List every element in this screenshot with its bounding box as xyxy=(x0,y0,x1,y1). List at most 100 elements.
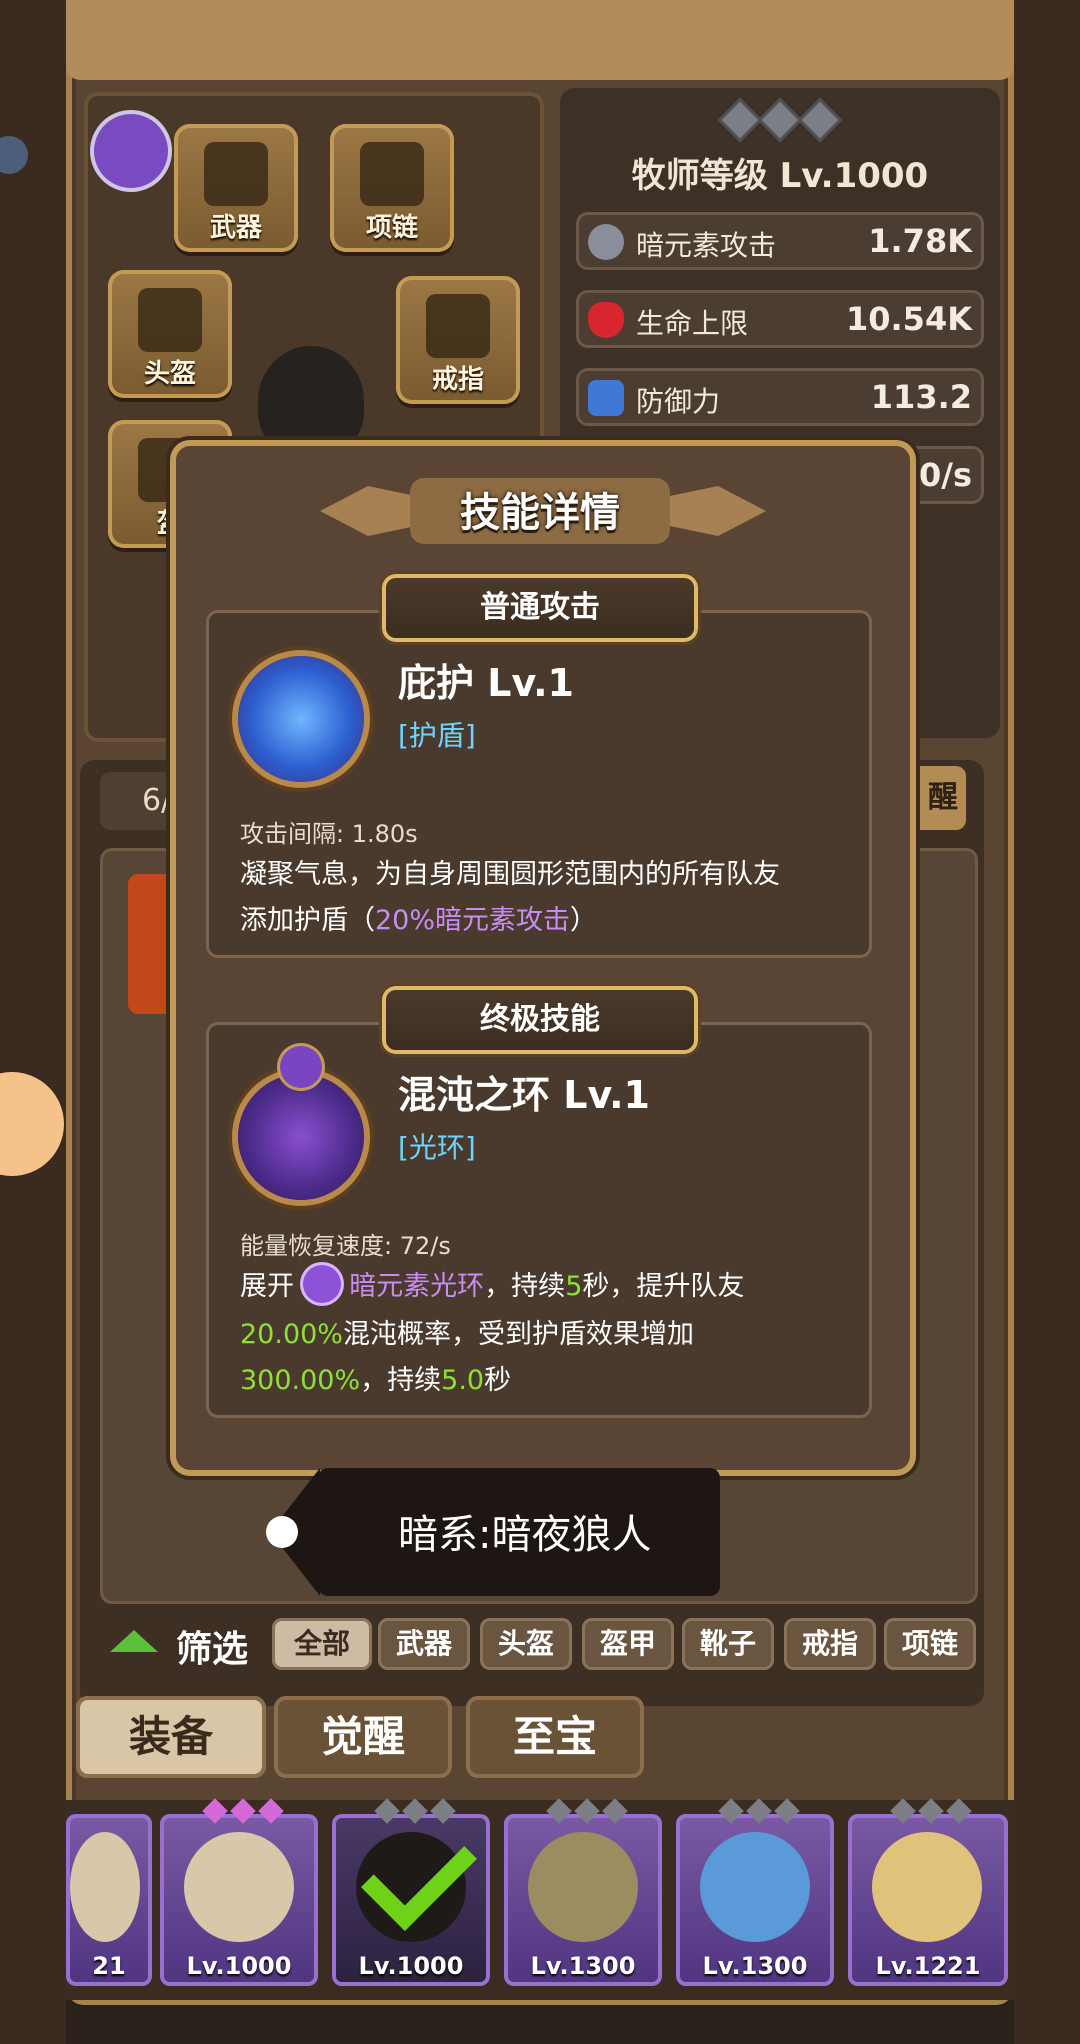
hero-level: Lv.1000 xyxy=(186,1952,292,1980)
tab-equipment[interactable]: 装备 xyxy=(76,1696,266,1778)
hero-card[interactable]: Lv.1300 xyxy=(676,1798,834,1986)
necklace-icon xyxy=(360,142,424,206)
normal-skill-desc-line2: 添加护盾（20%暗元素攻击） xyxy=(240,898,597,944)
hero-rank-diamonds xyxy=(886,1798,976,1824)
hero-rank-diamonds xyxy=(714,1798,804,1824)
hero-avatar xyxy=(528,1832,638,1942)
slot-weapon[interactable]: 武器 xyxy=(174,124,298,252)
normal-skill-type: [护盾] xyxy=(398,719,476,752)
slot-helmet[interactable]: 头盔 xyxy=(108,270,232,398)
hero-level: Lv.1300 xyxy=(530,1952,636,1980)
hero-rank-diamonds xyxy=(370,1798,460,1824)
stat-label: 暗元素攻击 xyxy=(636,229,777,262)
shield-skill-icon xyxy=(238,656,364,782)
stat-row-dark-attack: 暗元素攻击 1.78K xyxy=(576,212,984,270)
aura-icon xyxy=(302,1265,341,1303)
desc-highlight: 20%暗元素攻击 xyxy=(375,905,571,936)
filter-chip-helmet[interactable]: 头盔 xyxy=(480,1618,572,1670)
chevron-up-icon[interactable] xyxy=(110,1630,158,1652)
slot-ring[interactable]: 戒指 xyxy=(396,276,520,404)
rank-diamond xyxy=(374,1798,400,1824)
slot-necklace[interactable]: 项链 xyxy=(330,124,454,252)
rank-diamond xyxy=(574,1798,600,1824)
rank-diamond xyxy=(946,1798,972,1824)
stat-value: 10.54K xyxy=(845,300,972,338)
ultimate-skill-name: 混沌之环 Lv.1 xyxy=(398,1073,650,1117)
rank-diamond xyxy=(202,1798,228,1824)
hero-card[interactable]: Lv.1000 xyxy=(160,1798,318,1986)
hero-level: Lv.1221 xyxy=(875,1952,981,1980)
desc-text: 秒，提升队友 xyxy=(582,1271,745,1302)
rank-diamond xyxy=(402,1798,428,1824)
ultimate-skill-type: [光环] xyxy=(398,1131,476,1164)
desc-text: ，持续 xyxy=(360,1365,442,1396)
stat-label: 防御力 xyxy=(636,385,721,418)
target-icon xyxy=(280,1046,322,1088)
hero-card[interactable]: Lv.1221 xyxy=(848,1798,1008,1986)
sword-icon xyxy=(204,142,268,206)
attack-interval: 攻击间隔: 1.80s xyxy=(240,820,418,848)
rank-diamond xyxy=(546,1798,572,1824)
rank-diamond xyxy=(746,1798,772,1824)
rank-diamond xyxy=(717,97,763,143)
rank-diamond xyxy=(757,97,803,143)
normal-skill-desc-line1: 凝聚气息，为自身周围圆形范围内的所有队友 xyxy=(240,859,780,890)
rank-diamond xyxy=(602,1798,628,1824)
desc-number: 5 xyxy=(565,1271,583,1302)
hero-level: Lv.1000 xyxy=(358,1952,464,1980)
desc-text: 添加护盾（ xyxy=(240,905,375,936)
touch-indicator xyxy=(266,1516,298,1548)
equipment-item-card[interactable] xyxy=(128,874,180,1014)
filter-chip-boots[interactable]: 靴子 xyxy=(682,1618,774,1670)
hero-card-selected[interactable]: Lv.1000 xyxy=(332,1798,490,1986)
class-level-title: 牧师等级 Lv.1000 xyxy=(631,156,929,196)
dark-attack-icon xyxy=(588,224,624,260)
desc-number: 20.00% xyxy=(240,1319,343,1350)
rank-diamond xyxy=(918,1798,944,1824)
rank-diamond xyxy=(230,1798,256,1824)
hero-avatar xyxy=(872,1832,982,1942)
filter-chip-weapon[interactable]: 武器 xyxy=(378,1618,470,1670)
rank-diamond xyxy=(797,97,843,143)
desc-text: 混沌概率，受到护盾效果增加 xyxy=(342,1319,694,1350)
tab-awaken[interactable]: 觉醒 xyxy=(274,1696,452,1778)
helmet-icon xyxy=(138,288,202,352)
left-background xyxy=(0,0,66,2044)
filter-chip-all[interactable]: 全部 xyxy=(272,1618,372,1670)
dark-element-icon xyxy=(94,114,168,188)
tab-treasure[interactable]: 至宝 xyxy=(466,1696,644,1778)
desc-text: ，持续 xyxy=(484,1271,566,1302)
hero-card[interactable]: Lv.1300 xyxy=(504,1798,662,1986)
filter-chip-armor[interactable]: 盔甲 xyxy=(582,1618,674,1670)
stat-value: 1.78K xyxy=(868,222,972,260)
stat-row-defense: 防御力 113.2 xyxy=(576,368,984,426)
hero-rank-diamonds xyxy=(542,1798,632,1824)
filter-label: 筛选 xyxy=(176,1629,249,1670)
hero-rank-diamonds xyxy=(198,1798,288,1824)
desc-text: 秒 xyxy=(484,1365,512,1396)
dialog-title: 技能详情 xyxy=(460,490,620,536)
heart-icon xyxy=(588,302,624,338)
right-background xyxy=(1014,0,1080,2044)
filter-chip-necklace[interactable]: 项链 xyxy=(884,1618,976,1670)
hero-avatar xyxy=(700,1832,810,1942)
slot-helmet-label: 头盔 xyxy=(143,359,196,389)
hero-card[interactable]: 21 xyxy=(66,1814,152,1986)
top-strip xyxy=(66,0,1014,80)
stat-value: 113.2 xyxy=(870,378,972,416)
energy-regen: 能量恢复速度: 72/s xyxy=(240,1232,451,1260)
desc-text: 展开 xyxy=(240,1271,294,1302)
filter-chip-ring[interactable]: 戒指 xyxy=(784,1618,876,1670)
hero-avatar xyxy=(184,1832,294,1942)
ultimate-desc-line1: 展开 暗元素光环，持续5秒，提升队友 xyxy=(240,1264,744,1310)
ultimate-desc-line3: 300.00%，持续5.0秒 xyxy=(240,1358,511,1404)
star-rank-diamonds xyxy=(700,97,860,144)
slot-weapon-label: 武器 xyxy=(209,213,262,243)
rank-diamond xyxy=(774,1798,800,1824)
rank-diamond xyxy=(258,1798,284,1824)
desc-highlight: 暗元素光环 xyxy=(349,1271,485,1302)
ring-icon xyxy=(426,294,490,358)
stat-row-max-hp: 生命上限 10.54K xyxy=(576,290,984,348)
hero-avatar xyxy=(70,1832,140,1942)
ultimate-desc-line2: 20.00%混沌概率，受到护盾效果增加 xyxy=(240,1312,694,1358)
